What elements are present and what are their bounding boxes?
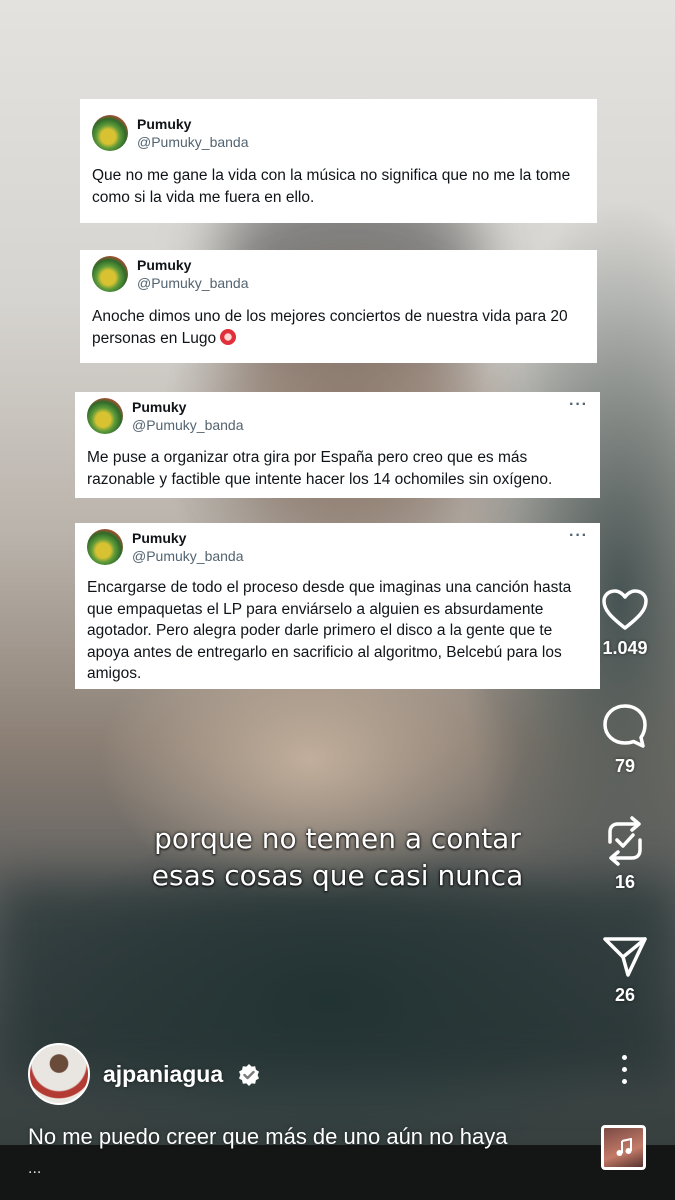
share-count: 26: [614, 985, 636, 1005]
tweet-header: Pumuky @Pumuky_banda: [92, 113, 585, 153]
share-action[interactable]: 26: [595, 935, 655, 1006]
comment-count: 79: [614, 756, 636, 776]
caption-more-link[interactable]: ...: [28, 1160, 41, 1178]
like-count: 1.049: [602, 638, 648, 658]
tweet-author-name: Pumuky: [137, 116, 192, 132]
send-icon[interactable]: [602, 935, 648, 979]
subtitle-line-2: esas cosas que casi nunca: [151, 859, 524, 892]
repost-count: 16: [614, 872, 636, 892]
comment-action[interactable]: 79: [595, 702, 655, 777]
tweet-author-name: Pumuky: [132, 399, 187, 415]
tweet-header: Pumuky @Pumuky_banda ···: [87, 396, 588, 436]
more-options-icon: ···: [569, 396, 588, 413]
creator-avatar[interactable]: [28, 1043, 90, 1105]
tweet-author-name: Pumuky: [137, 257, 192, 273]
repost-action[interactable]: 16: [595, 816, 655, 893]
more-vertical-icon[interactable]: [612, 1055, 636, 1091]
video-subtitle: porque no temen a contar esas cosas que …: [0, 820, 675, 894]
tweet-avatar: [87, 529, 123, 565]
tweet-card: Pumuky @Pumuky_banda Que no me gane la v…: [80, 99, 597, 223]
tweet-text-content: Anoche dimos uno de los mejores conciert…: [92, 308, 568, 347]
tweet-avatar: [92, 256, 128, 292]
tweet-text: Encargarse de todo el proceso desde que …: [87, 579, 572, 682]
caption-bar: [0, 1145, 675, 1200]
tweet-header: Pumuky @Pumuky_banda: [92, 254, 585, 294]
tweet-text: Me puse a organizar otra gira por España…: [87, 449, 553, 488]
more-options-icon: ···: [569, 527, 588, 544]
music-disc[interactable]: [601, 1125, 646, 1170]
tweet-avatar: [92, 115, 128, 151]
tweet-avatar: [87, 398, 123, 434]
tweet-card: Pumuky @Pumuky_banda ··· Encargarse de t…: [75, 523, 600, 689]
tweet-header: Pumuky @Pumuky_banda ···: [87, 527, 588, 567]
heart-emoji-icon: [220, 329, 237, 345]
verified-badge-icon: [239, 1064, 259, 1086]
heart-icon[interactable]: [601, 588, 649, 632]
tweet-card: Pumuky @Pumuky_banda Anoche dimos uno de…: [80, 250, 597, 363]
tweet-text: Que no me gane la vida con la música no …: [92, 167, 571, 206]
music-note-icon: [616, 1138, 632, 1156]
comment-bubble-icon[interactable]: [601, 702, 649, 750]
tweet-author-handle: @Pumuky_banda: [132, 548, 244, 564]
subtitle-line-1: porque no temen a contar: [154, 822, 521, 855]
like-action[interactable]: 1.049: [595, 588, 655, 659]
post-caption[interactable]: No me puedo creer que más de uno aún no …: [28, 1124, 507, 1150]
tweet-card: Pumuky @Pumuky_banda ··· Me puse a organ…: [75, 392, 600, 498]
tweet-author-handle: @Pumuky_banda: [137, 275, 249, 291]
tweet-author-handle: @Pumuky_banda: [137, 134, 249, 150]
repost-icon[interactable]: [602, 816, 648, 866]
creator-username[interactable]: ajpaniagua: [103, 1061, 223, 1088]
tweet-author-handle: @Pumuky_banda: [132, 417, 244, 433]
tweet-text: Anoche dimos uno de los mejores conciert…: [92, 306, 585, 350]
tweet-author-name: Pumuky: [132, 530, 187, 546]
